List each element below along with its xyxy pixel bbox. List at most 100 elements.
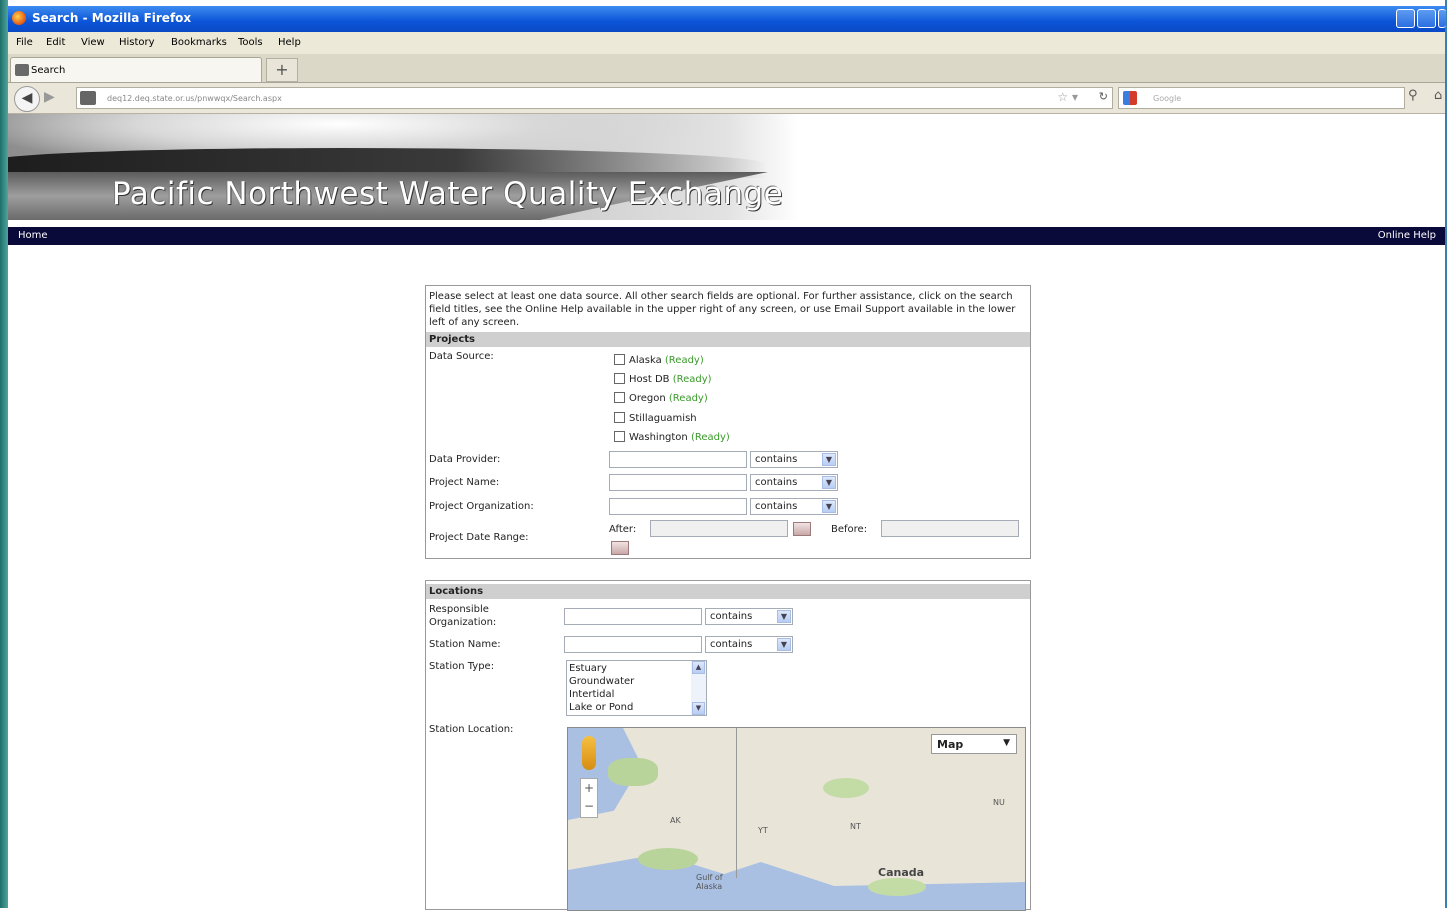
menu-history[interactable]: History <box>119 37 155 48</box>
map-label-alaska: Alaska <box>696 882 723 891</box>
checkbox-host-db[interactable] <box>614 373 625 384</box>
station-name-input[interactable] <box>564 636 702 653</box>
site-banner: Pacific Northwest Water Quality Exchange <box>8 114 1445 220</box>
forward-button[interactable]: ▶ <box>44 89 55 105</box>
close-button[interactable] <box>1438 9 1446 28</box>
chevron-down-icon: ▼ <box>822 453 836 466</box>
search-go-icon[interactable]: ⚲ <box>1408 88 1418 103</box>
station-type-listbox[interactable]: Estuary Groundwater Intertidal Lake or P… <box>566 660 707 716</box>
source-oregon-label: Oregon (Ready) <box>629 393 708 404</box>
instructions-text: Please select at least one data source. … <box>429 291 1016 328</box>
project-org-label[interactable]: Project Organization: <box>429 501 534 512</box>
url-text: deq12.deq.state.or.us/pnwwqx/Search.aspx <box>107 94 282 103</box>
zoom-in-icon[interactable]: + <box>581 779 597 797</box>
responsible-org-label-line2[interactable]: Organization: <box>429 617 496 628</box>
reload-icon[interactable]: ↻ <box>1099 90 1108 103</box>
station-location-label[interactable]: Station Location: <box>429 724 513 735</box>
map-label-nt: NT <box>850 822 861 831</box>
calendar-icon[interactable] <box>611 541 629 555</box>
project-name-input[interactable] <box>609 474 747 491</box>
desktop-edge <box>0 0 8 908</box>
map-label-canada: Canada <box>878 866 925 879</box>
map-label-ak: AK <box>670 816 681 825</box>
checkbox-alaska[interactable] <box>614 354 625 365</box>
address-bar[interactable]: deq12.deq.state.or.us/pnwwqx/Search.aspx… <box>76 87 1113 109</box>
map-zoom-control[interactable]: + − <box>580 778 598 818</box>
chevron-down-icon: ▼ <box>777 610 791 623</box>
responsible-org-input[interactable] <box>564 608 702 625</box>
map-label-gulf-of: Gulf of <box>696 873 723 882</box>
menu-tools[interactable]: Tools <box>238 37 263 48</box>
source-washington-label: Washington (Ready) <box>629 432 730 443</box>
source-alaska-label: Alaska (Ready) <box>629 355 704 366</box>
site-identity-icon[interactable] <box>80 91 96 105</box>
firefox-icon <box>12 11 26 25</box>
listbox-scrollbar[interactable]: ▲ ▼ <box>691 661 706 715</box>
calendar-icon[interactable] <box>793 522 811 536</box>
scroll-up-icon[interactable]: ▲ <box>692 661 705 674</box>
data-provider-label[interactable]: Data Provider: <box>429 454 500 465</box>
search-placeholder: Google <box>1153 94 1182 103</box>
responsible-org-label-line1[interactable]: Responsible <box>429 604 489 615</box>
tab-label: Search <box>31 65 66 76</box>
station-name-label[interactable]: Station Name: <box>429 639 501 650</box>
home-link[interactable]: Home <box>18 230 48 241</box>
menu-bookmarks[interactable]: Bookmarks <box>171 37 227 48</box>
responsible-org-match-select[interactable]: contains ▼ <box>705 608 793 625</box>
after-date-input[interactable] <box>650 520 788 537</box>
locations-heading: Locations <box>426 584 1030 599</box>
online-help-link[interactable]: Online Help <box>1378 230 1436 241</box>
menu-help[interactable]: Help <box>278 37 301 48</box>
station-location-map[interactable]: + − Map ▼ AK YT NT NU Gulf of Alaska Canad… <box>567 727 1026 911</box>
map-label-nu: NU <box>993 798 1005 807</box>
back-button[interactable]: ◀ <box>14 86 40 112</box>
list-item[interactable]: Lake or Pond <box>569 702 633 713</box>
locations-panel: Locations Responsible Organization: cont… <box>425 580 1031 911</box>
data-source-label[interactable]: Data Source: <box>429 351 494 362</box>
project-org-input[interactable] <box>609 498 747 515</box>
menu-file[interactable]: File <box>16 37 33 48</box>
list-item[interactable]: Groundwater <box>569 676 634 687</box>
station-name-match-select[interactable]: contains ▼ <box>705 636 793 653</box>
map-border-line <box>736 728 737 878</box>
map-ocean <box>568 854 1025 910</box>
tab-search[interactable]: Search <box>10 57 262 82</box>
map-label-yt: YT <box>758 826 768 835</box>
home-icon[interactable]: ⌂ <box>1434 88 1442 103</box>
chevron-down-icon: ▼ <box>777 638 791 651</box>
site-favicon <box>15 64 29 76</box>
project-name-match-select[interactable]: contains ▼ <box>750 474 838 491</box>
map-park-area <box>868 878 926 896</box>
site-nav-bar: Home Online Help <box>8 227 1445 245</box>
list-item[interactable]: Intertidal <box>569 689 614 700</box>
project-org-match-select[interactable]: contains ▼ <box>750 498 838 515</box>
map-park-area <box>608 758 658 786</box>
map-park-area <box>638 848 698 870</box>
checkbox-stillaguamish[interactable] <box>614 412 625 423</box>
before-date-input[interactable] <box>881 520 1019 537</box>
project-name-label[interactable]: Project Name: <box>429 477 499 488</box>
source-stillaguamish-label: Stillaguamish <box>629 413 697 424</box>
new-tab-button[interactable]: + <box>266 58 298 82</box>
project-date-range-label[interactable]: Project Date Range: <box>429 532 529 543</box>
menu-view[interactable]: View <box>81 37 105 48</box>
zoom-out-icon[interactable]: − <box>581 797 597 815</box>
checkbox-oregon[interactable] <box>614 392 625 403</box>
maximize-button[interactable] <box>1417 9 1436 28</box>
checkbox-washington[interactable] <box>614 431 625 442</box>
street-view-pegman-icon[interactable] <box>582 736 596 770</box>
bookmark-star-icon[interactable]: ☆ ▾ <box>1057 90 1078 104</box>
navigation-toolbar: ◀ ▶ deq12.deq.state.or.us/pnwwqx/Search.… <box>8 83 1445 114</box>
data-provider-input[interactable] <box>609 451 747 468</box>
search-bar[interactable]: Google <box>1118 87 1405 109</box>
search-engine-icon[interactable] <box>1123 91 1137 105</box>
chevron-down-icon: ▼ <box>1003 738 1010 748</box>
source-host-db-label: Host DB (Ready) <box>629 374 712 385</box>
map-type-select[interactable]: Map ▼ <box>931 734 1017 754</box>
menu-edit[interactable]: Edit <box>46 37 65 48</box>
scroll-down-icon[interactable]: ▼ <box>692 702 705 715</box>
data-provider-match-select[interactable]: contains ▼ <box>750 451 838 468</box>
minimize-button[interactable] <box>1396 9 1415 28</box>
station-type-label[interactable]: Station Type: <box>429 661 494 672</box>
list-item[interactable]: Estuary <box>569 663 607 674</box>
